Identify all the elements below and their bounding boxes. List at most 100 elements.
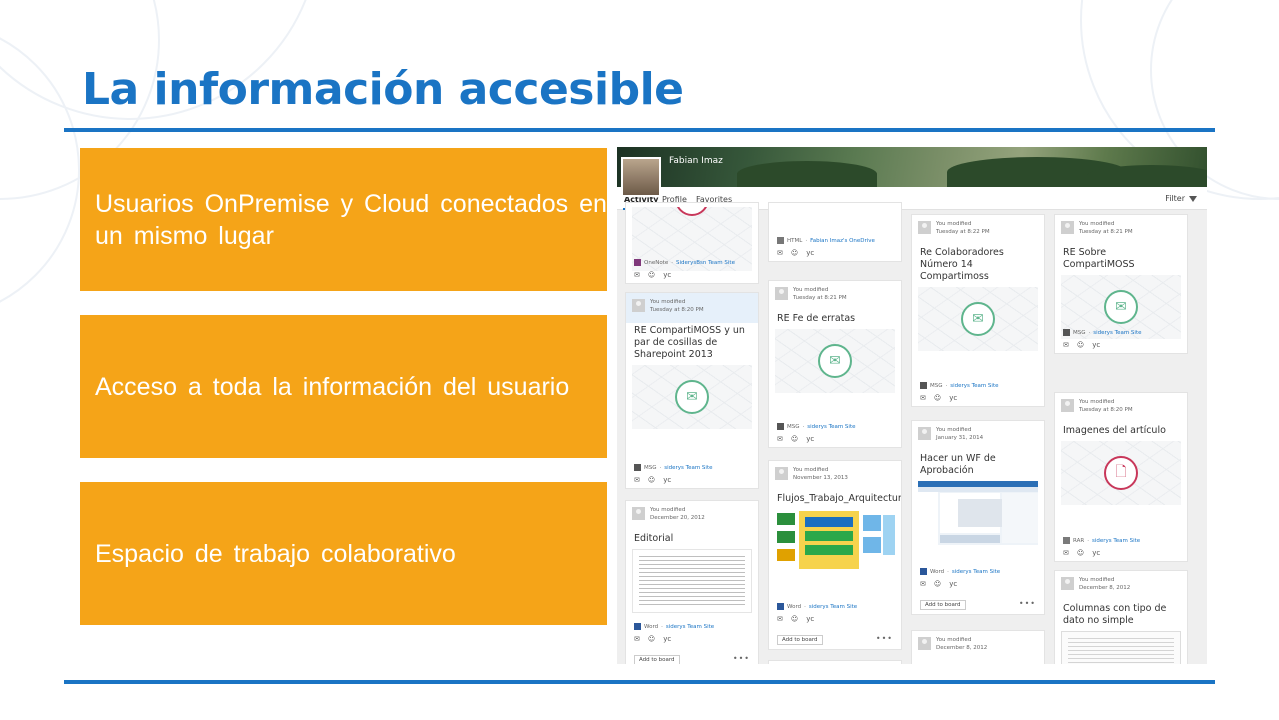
- card-preview: 🗋: [1061, 441, 1181, 505]
- source-site-link[interactable]: siderys Team Site: [666, 624, 714, 630]
- yammer-icon[interactable]: yc: [663, 635, 671, 643]
- envelope-glyph: ✉: [972, 311, 984, 327]
- activity-card[interactable]: ✉ ☺ yc HTML · Fabian Imaz's OneDrive: [768, 202, 902, 262]
- modified-info: You modified December 8, 2012: [936, 636, 987, 652]
- source-site-link[interactable]: siderys Team Site: [807, 424, 855, 430]
- activity-card[interactable]: You modified December 8, 2012 Columnas con…: [1054, 570, 1188, 664]
- people-icon[interactable]: ☺: [1077, 549, 1084, 557]
- envelope-icon[interactable]: ✉: [634, 271, 640, 279]
- modified-info: You modified January 31, 2014: [936, 426, 983, 442]
- activity-card[interactable]: ✉✉ ☺ yc OneNote·SiderysBsn Team Site: [625, 202, 759, 284]
- card-header: You modified January 31, 2014: [912, 421, 1044, 451]
- add-to-board-button[interactable]: Add to board: [634, 655, 680, 664]
- yammer-icon[interactable]: yc: [806, 435, 814, 443]
- yammer-icon[interactable]: yc: [806, 249, 814, 257]
- source-site-link[interactable]: siderys Team Site: [952, 569, 1000, 575]
- slide-title: La información accesible: [82, 64, 684, 115]
- people-icon[interactable]: ☺: [648, 476, 655, 484]
- activity-card[interactable]: You modified January 31, 2014 Hacer un WF …: [911, 420, 1045, 615]
- envelope-icon[interactable]: ✉: [1063, 341, 1069, 349]
- user-avatar: [632, 299, 645, 312]
- source-type: MSG: [930, 382, 943, 389]
- source-separator: ·: [1087, 537, 1089, 544]
- source-site-link[interactable]: SiderysBsn Team Site: [676, 260, 735, 266]
- more-options-button[interactable]: •••: [876, 634, 893, 643]
- source-site-link[interactable]: siderys Team Site: [1093, 330, 1141, 336]
- activity-card[interactable]: You modified November 13, 2013 Flujos_Trab…: [768, 460, 902, 650]
- source-site-link[interactable]: Fabian Imaz's OneDrive: [810, 238, 875, 244]
- source-site-link[interactable]: siderys Team Site: [809, 604, 857, 610]
- more-options-button[interactable]: •••: [1019, 599, 1036, 608]
- yammer-icon[interactable]: yc: [663, 476, 671, 484]
- envelope-icon[interactable]: ✉: [920, 580, 926, 588]
- activity-card[interactable]: You modified December 20, 2012 Editorial Ad…: [625, 500, 759, 664]
- envelope-icon: ✉: [1104, 290, 1138, 324]
- flowchart-box: [805, 517, 853, 527]
- activity-card[interactable]: You modified Tuesday at 8:20 PM RE Compart…: [625, 292, 759, 489]
- yammer-icon[interactable]: yc: [1092, 341, 1100, 349]
- people-icon[interactable]: ☺: [648, 271, 655, 279]
- modified-by: You modified: [936, 221, 972, 227]
- card-header: You modified Tuesday at 8:20 PM: [1055, 393, 1187, 423]
- code-thumbnail: [1061, 631, 1181, 664]
- source-site-link[interactable]: siderys Team Site: [950, 383, 998, 389]
- envelope-icon[interactable]: ✉: [920, 394, 926, 402]
- envelope-icon[interactable]: ✉: [777, 615, 783, 623]
- yammer-icon[interactable]: yc: [806, 615, 814, 623]
- activity-card[interactable]: You modified December 8, 2012: [911, 630, 1045, 664]
- yammer-icon[interactable]: yc: [663, 271, 671, 279]
- activity-card[interactable]: You modified Tuesday at 8:20 PM Imagenes d…: [1054, 392, 1188, 562]
- card-title: Editorial: [634, 533, 674, 544]
- card-preview: [632, 549, 752, 613]
- activity-card[interactable]: You modified Tuesday at 8:21 PM RE Fe de e…: [768, 280, 902, 448]
- people-icon[interactable]: ☺: [791, 435, 798, 443]
- add-to-board-button[interactable]: Add to board: [920, 600, 966, 610]
- add-to-board-button[interactable]: Add to board: [777, 635, 823, 645]
- card-source: Word · siderys Team Site: [777, 603, 857, 610]
- card-preview: [1061, 631, 1181, 664]
- flowchart-box: [805, 545, 853, 555]
- user-avatar: [1061, 399, 1074, 412]
- envelope-icon: ✉: [675, 380, 709, 414]
- modified-info: You modified Tuesday at 8:20 PM: [650, 298, 704, 314]
- envelope-icon[interactable]: ✉: [634, 476, 640, 484]
- flowchart-box: [777, 531, 795, 543]
- people-icon[interactable]: ☺: [934, 580, 941, 588]
- envelope-icon[interactable]: ✉: [1063, 549, 1069, 557]
- flowchart-box: [777, 549, 795, 561]
- yammer-icon[interactable]: yc: [949, 580, 957, 588]
- card-title: RE Sobre CompartiMOSS: [1063, 247, 1135, 270]
- source-type: Word: [787, 603, 802, 610]
- slide: La información accesible Usuarios OnPrem…: [0, 0, 1279, 720]
- source-separator: ·: [671, 259, 673, 266]
- envelope-icon[interactable]: ✉: [634, 635, 640, 643]
- source-site-link[interactable]: siderys Team Site: [664, 465, 712, 471]
- activity-card[interactable]: [768, 660, 902, 664]
- activity-card[interactable]: You modified Tuesday at 8:22 PM Re Colabor…: [911, 214, 1045, 407]
- feature-text: Usuarios OnPremise y Cloud conectados en…: [95, 189, 607, 250]
- activity-card[interactable]: You modified Tuesday at 8:21 PM RE Sobre C…: [1054, 214, 1188, 354]
- people-icon[interactable]: ☺: [648, 635, 655, 643]
- people-icon[interactable]: ☺: [791, 249, 798, 257]
- source-site-link[interactable]: siderys Team Site: [1092, 538, 1140, 544]
- envelope-glyph: ✉: [686, 389, 698, 405]
- card-title: Columnas con tipo de dato no simple: [1063, 603, 1167, 626]
- modified-date: December 20, 2012: [650, 515, 705, 521]
- yammer-icon[interactable]: yc: [949, 394, 957, 402]
- card-header: You modified December 8, 2012: [912, 631, 1044, 661]
- modified-date: Tuesday at 8:20 PM: [650, 307, 704, 313]
- filter-button[interactable]: Filter: [1165, 194, 1197, 203]
- people-icon[interactable]: ☺: [934, 394, 941, 402]
- envelope-icon[interactable]: ✉: [777, 435, 783, 443]
- card-actions: ✉ ☺ yc: [777, 435, 814, 443]
- people-icon[interactable]: ☺: [791, 615, 798, 623]
- card-source: Word · siderys Team Site: [634, 623, 714, 630]
- mail-icon: [1063, 329, 1070, 336]
- word-icon: [777, 603, 784, 610]
- yammer-icon[interactable]: yc: [1092, 549, 1100, 557]
- card-header: You modified November 13, 2013: [769, 461, 901, 491]
- envelope-icon[interactable]: ✉: [777, 249, 783, 257]
- profile-banner: Fabian Imaz: [617, 147, 1207, 187]
- more-options-button[interactable]: •••: [733, 654, 750, 663]
- people-icon[interactable]: ☺: [1077, 341, 1084, 349]
